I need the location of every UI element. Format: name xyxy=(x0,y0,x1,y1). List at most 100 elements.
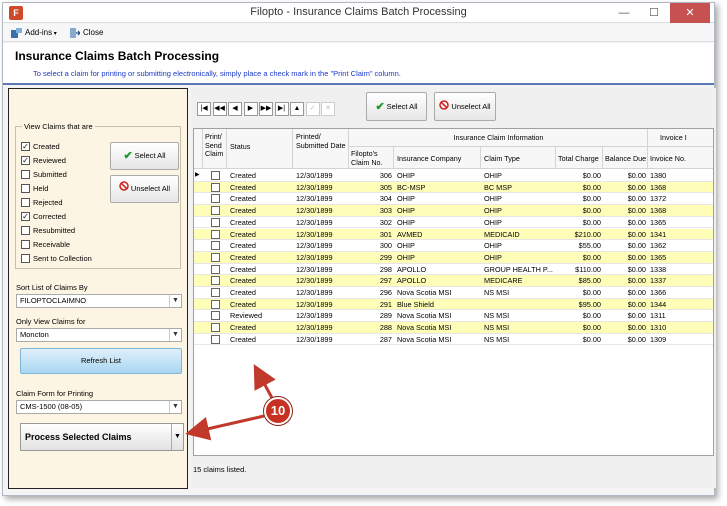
col-company-header[interactable]: Insurance Company xyxy=(394,147,481,169)
table-row[interactable]: ▶ Created 12/30/1899 306 OHIP OHIP $0.00 $0.00 1… xyxy=(194,170,713,182)
left-unselect-all-button[interactable]: Unselect All xyxy=(110,175,179,203)
nav-button-8[interactable]: ✕ xyxy=(321,102,335,116)
col-status-header[interactable]: Status xyxy=(227,129,293,169)
cell-type: NS MSI xyxy=(484,311,510,321)
table-row[interactable]: Created 12/30/1899 298 APOLLO GROUP HEALTH P… xyxy=(194,264,713,276)
print-claim-checkbox[interactable] xyxy=(211,252,220,262)
table-row[interactable]: Created 12/30/1899 291 Blue Shield $95.00 $0.… xyxy=(194,298,713,311)
print-claim-checkbox[interactable] xyxy=(211,241,220,251)
nav-button-4[interactable]: ▶▶ xyxy=(259,102,273,116)
nav-button-0[interactable]: |◀ xyxy=(197,102,211,116)
filter-submitted[interactable]: Submitted xyxy=(21,169,67,180)
col-print-label: Print/ Send Claim xyxy=(205,132,224,158)
claim-form-select[interactable]: CMS-1500 (08-05) ▼ xyxy=(16,400,182,414)
col-printed-header[interactable]: Printed/ Submitted Date xyxy=(293,129,349,169)
filter-panel: View Claims that are ✓ Created ✓ Reviewed Su… xyxy=(8,88,188,489)
filter-checkbox[interactable] xyxy=(21,226,30,235)
print-claim-checkbox[interactable] xyxy=(211,217,220,227)
print-claim-checkbox[interactable] xyxy=(211,276,220,286)
table-row[interactable]: Created 12/30/1899 288 Nova Scotia MSI NS MS… xyxy=(194,322,713,334)
nav-button-5[interactable]: ▶| xyxy=(274,102,289,116)
print-claim-checkbox[interactable] xyxy=(211,311,220,321)
chevron-down-icon[interactable]: ▼ xyxy=(171,424,183,450)
print-claim-checkbox[interactable] xyxy=(211,323,220,333)
sort-label: Sort List of Claims By xyxy=(16,283,88,292)
cell-date: 12/30/1899 xyxy=(296,194,333,204)
print-claim-checkbox[interactable] xyxy=(211,194,220,204)
menu-close[interactable]: Close xyxy=(69,26,103,40)
filter-rejected[interactable]: Rejected xyxy=(21,197,63,208)
table-row[interactable]: Created 12/30/1899 305 BC-MSP BC MSP $0.00 $0.… xyxy=(194,181,713,194)
left-select-all-button[interactable]: ✔ Select All xyxy=(110,142,179,170)
table-row[interactable]: Created 12/30/1899 301 AVMED MEDICAID $210.00… xyxy=(194,228,713,241)
filter-created[interactable]: ✓ Created xyxy=(21,141,60,152)
checkmark-icon: ✔ xyxy=(375,100,385,113)
location-select[interactable]: Moncton ▼ xyxy=(16,328,182,342)
filter-checkbox[interactable]: ✓ xyxy=(21,156,30,165)
cell-total: $0.00 xyxy=(582,217,601,227)
cell-balance: $0.00 xyxy=(627,194,646,204)
table-row[interactable]: Created 12/30/1899 297 APOLLO MEDICARE $85.00… xyxy=(194,275,713,287)
filter-checkbox[interactable] xyxy=(21,240,30,249)
refresh-list-button[interactable]: Refresh List xyxy=(20,348,182,374)
col-balance-header[interactable]: Balance Due xyxy=(603,147,648,169)
nav-button-6[interactable]: ▲ xyxy=(290,102,304,116)
cell-type: NS MSI xyxy=(484,288,510,297)
col-invoice-header[interactable]: Invoice No. xyxy=(648,147,713,169)
maximize-button[interactable]: ☐ xyxy=(640,3,668,23)
print-claim-checkbox[interactable] xyxy=(211,171,220,180)
table-row[interactable]: Created 12/30/1899 299 OHIP OHIP $0.00 $0.00 13… xyxy=(194,251,713,264)
filter-checkbox[interactable] xyxy=(21,254,30,263)
print-claim-checkbox[interactable] xyxy=(211,264,220,274)
filter-receivable[interactable]: Receivable xyxy=(21,239,70,250)
filter-checkbox[interactable]: ✓ xyxy=(21,212,30,221)
filter-reviewed[interactable]: ✓ Reviewed xyxy=(21,155,66,166)
cell-type: OHIP xyxy=(484,217,502,227)
nav-button-1[interactable]: ◀◀ xyxy=(212,102,227,116)
close-window-button[interactable]: ✕ xyxy=(670,3,710,23)
cell-date: 12/30/1899 xyxy=(296,323,333,333)
print-claim-checkbox[interactable] xyxy=(211,288,220,297)
filter-sent-to-collection[interactable]: Sent to Collection xyxy=(21,253,92,264)
col-claim-no-header[interactable]: Filopto's Claim No. xyxy=(349,147,394,169)
table-row[interactable]: Created 12/30/1899 296 Nova Scotia MSI NS MS… xyxy=(194,287,713,299)
cell-company: Nova Scotia MSI xyxy=(397,323,452,333)
table-row[interactable]: Created 12/30/1899 304 OHIP OHIP $0.00 $0.00 13… xyxy=(194,193,713,206)
print-claim-checkbox[interactable] xyxy=(211,299,220,309)
filter-checkbox[interactable] xyxy=(21,184,30,193)
col-total-header[interactable]: Total Charge xyxy=(556,147,603,169)
print-claim-checkbox[interactable] xyxy=(211,206,220,216)
nav-button-7[interactable]: ✓ xyxy=(305,102,320,116)
sort-select[interactable]: FILOPTOCLAIMNO ▼ xyxy=(16,294,182,308)
filter-checkbox[interactable] xyxy=(21,198,30,207)
print-claim-checkbox[interactable] xyxy=(211,334,220,344)
cell-status: Created xyxy=(230,229,256,239)
table-row[interactable]: Reviewed 12/30/1899 289 Nova Scotia MSI NS M… xyxy=(194,310,713,323)
col-print-header[interactable]: Print/ Send Claim xyxy=(203,129,227,169)
cell-date: 12/30/1899 xyxy=(296,276,333,286)
grid-select-all-button[interactable]: ✔ Select All xyxy=(366,92,427,121)
filter-held[interactable]: Held xyxy=(21,183,48,194)
menu-addins[interactable]: Add-ins ▾ xyxy=(11,26,57,40)
col-type-header[interactable]: Claim Type xyxy=(481,147,556,169)
table-row[interactable]: Created 12/30/1899 300 OHIP OHIP $55.00 $0.00 1… xyxy=(194,240,713,252)
filter-checkbox[interactable]: ✓ xyxy=(21,142,30,151)
nav-button-2[interactable]: ◀ xyxy=(228,102,242,116)
cell-date: 12/30/1899 xyxy=(296,182,333,192)
table-row[interactable]: Created 12/30/1899 302 OHIP OHIP $0.00 $0.00 13… xyxy=(194,217,713,229)
print-claim-checkbox[interactable] xyxy=(211,182,220,192)
filter-resubmitted[interactable]: Resubmitted xyxy=(21,225,75,236)
col-status-label: Status xyxy=(230,142,251,151)
process-selected-claims-button[interactable]: Process Selected Claims ▼ xyxy=(20,423,184,451)
cell-date: 12/30/1899 xyxy=(296,334,333,344)
cell-type: OHIP xyxy=(484,206,502,216)
filter-corrected[interactable]: ✓ Corrected xyxy=(21,211,66,222)
filter-checkbox[interactable] xyxy=(21,170,30,179)
print-claim-checkbox[interactable] xyxy=(211,229,220,239)
minimize-button[interactable]: — xyxy=(610,3,638,23)
table-row[interactable]: Created 12/30/1899 287 Nova Scotia MSI NS MS… xyxy=(194,334,713,346)
nav-button-3[interactable]: ▶ xyxy=(243,102,258,116)
cell-claim-no: 289 xyxy=(379,311,392,321)
table-row[interactable]: Created 12/30/1899 303 OHIP OHIP $0.00 $0.00 13… xyxy=(194,205,713,217)
grid-unselect-all-button[interactable]: Unselect All xyxy=(434,92,496,121)
